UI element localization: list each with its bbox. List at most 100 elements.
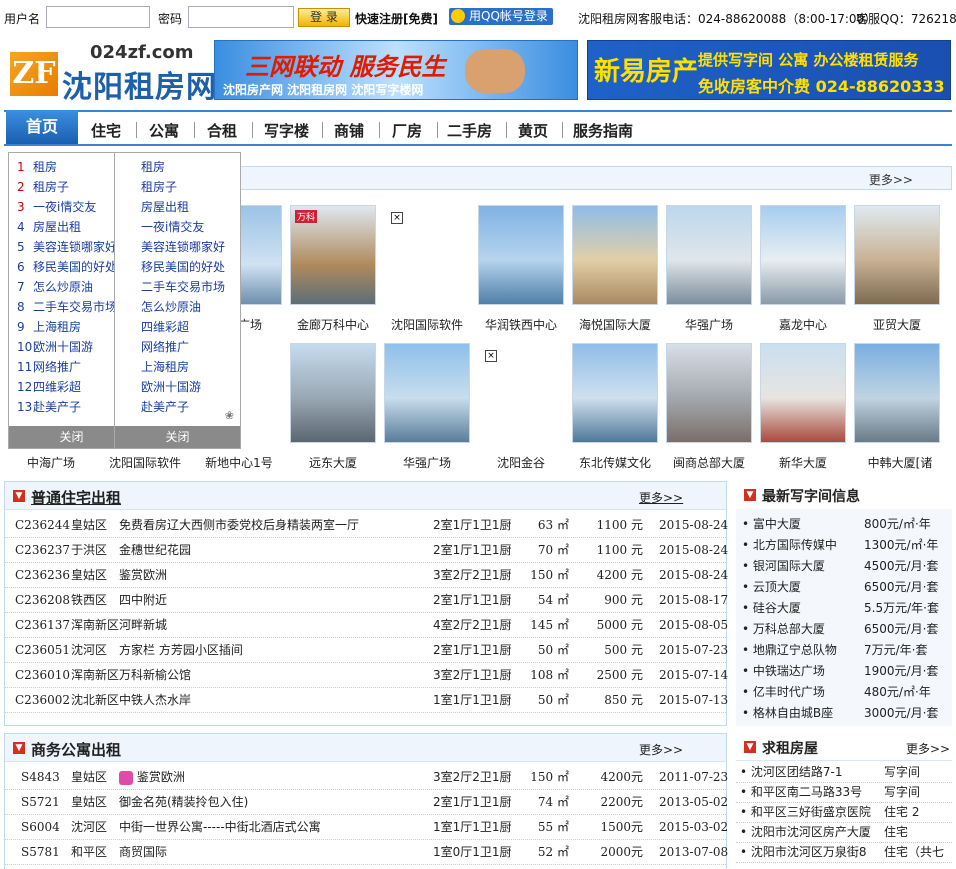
office-item[interactable]: • 中铁瑞达广场 1900元/月·套 [736, 661, 952, 682]
office-name[interactable]: • 云顶大厦 [742, 577, 862, 598]
wanted-item[interactable]: • 沈阳市沈河区万泉街8 住宅（共七 [736, 842, 952, 863]
building-caption[interactable]: 华润铁西中心 [478, 316, 564, 333]
nav-item-residential[interactable]: 住宅 [91, 120, 121, 141]
table-row[interactable]: C236237 于洪区 金穗世纪花园 2室1厅1卫1厨 70 ㎡ 1100 元 2015-0… [5, 538, 728, 563]
qq-login-button[interactable]: 用QQ帐号登录 [449, 8, 553, 25]
wanted-item[interactable]: • 沈河区团结路7-1 写字间 [736, 762, 952, 783]
featured-more-link[interactable]: 更多>> [869, 171, 913, 188]
nav-item-guide[interactable]: 服务指南 [573, 120, 633, 141]
table-row[interactable]: C236010 浑南新区 万科新榆公馆 3室2厅1卫1厨 108 ㎡ 2500 元 2015… [5, 663, 728, 688]
table-row[interactable]: C236051 沈河区 方家栏 方芳园小区插间 2室1厅1卫1厨 50 ㎡ 500 元 20… [5, 638, 728, 663]
office-item[interactable]: • 云顶大厦 6500元/月·套 [736, 577, 952, 598]
nav-item-secondhand[interactable]: 二手房 [447, 120, 492, 141]
building-photo[interactable] [760, 343, 846, 443]
building-photo[interactable] [666, 343, 752, 443]
building-photo[interactable] [572, 343, 658, 443]
building-photo[interactable] [478, 205, 564, 305]
office-item[interactable]: • 硅谷大厦 5.5万元/年·套 [736, 598, 952, 619]
building-caption[interactable]: 闽商总部大厦 [666, 454, 752, 471]
listing-name[interactable]: 御金名苑(精装拎包入住) [119, 790, 419, 815]
banner-three-sites[interactable]: 三网联动 服务民生 沈阳房产网 沈阳租房网 沈阳写字楼网 [214, 40, 578, 100]
table-row[interactable]: C236244 皇姑区 免费看房辽大西侧市委党校后身精装两室一厅 2室1厅1卫1厨 63… [5, 513, 728, 538]
nav-item-apartment[interactable]: 公寓 [149, 120, 179, 141]
wanted-location[interactable]: • 沈阳市沈河区房产大厦 [740, 822, 880, 843]
nav-item-shared[interactable]: 合租 [207, 120, 237, 141]
building-photo[interactable] [760, 205, 846, 305]
listing-name[interactable]: 鉴赏欧洲 [119, 765, 419, 790]
office-item[interactable]: • 富中大厦 800元/㎡·年 [736, 514, 952, 535]
register-link[interactable]: 快速注册[免费] [355, 10, 438, 27]
password-input[interactable] [188, 6, 294, 28]
building-caption[interactable]: 新地中心1号 [196, 454, 282, 471]
ad-link[interactable]: 四维彩超 [141, 317, 240, 337]
ad-link[interactable]: 房屋出租 [141, 197, 240, 217]
panel-more-link[interactable]: 更多>> [639, 489, 683, 506]
close-ad-button[interactable]: 关闭 [115, 426, 240, 448]
nav-item-yellowpages[interactable]: 黄页 [518, 120, 548, 141]
building-caption[interactable]: 东北传媒文化 [572, 454, 658, 471]
office-item[interactable]: • 格林自由城B座 3000元/月·套 [736, 703, 952, 724]
building-caption[interactable]: 嘉龙中心 [760, 316, 846, 333]
ad-link[interactable]: 网络推广 [141, 337, 240, 357]
listing-name[interactable]: 万科新榆公馆 [119, 663, 419, 688]
panel-more-link[interactable]: 更多>> [906, 740, 950, 757]
office-name[interactable]: • 万科总部大厦 [742, 619, 862, 640]
office-name[interactable]: • 银河国际大厦 [742, 556, 862, 577]
building-caption[interactable]: 华强广场 [384, 454, 470, 471]
table-row[interactable]: C236137 浑南新区 河畔新城 4室2厅2卫1厨 145 ㎡ 5000 元 2015-0… [5, 613, 728, 638]
nav-item-shop[interactable]: 商铺 [334, 120, 364, 141]
building-photo[interactable] [384, 343, 470, 443]
office-name[interactable]: • 地鼎辽宁总队物 [742, 640, 862, 661]
listing-name[interactable]: 方家栏 方芳园小区插间 [119, 638, 419, 663]
building-caption[interactable]: 中海广场 [8, 454, 94, 471]
ad-link[interactable]: 二手车交易市场 [141, 277, 240, 297]
table-row[interactable]: S6004 沈河区 中街一世界公寓-----中街北酒店式公寓 1室1厅1卫1厨 55 ㎡… [5, 815, 728, 840]
listing-name[interactable]: 四中附近 [119, 588, 419, 613]
office-item[interactable]: • 亿丰时代广场 480元/㎡·年 [736, 682, 952, 703]
ad-link[interactable]: 上海租房 [141, 357, 240, 377]
wanted-item[interactable]: • 和平区三好街盛京医院 住宅 2 [736, 802, 952, 823]
building-photo[interactable] [666, 205, 752, 305]
site-logo[interactable]: ZF 024zf.com 沈阳租房网 [10, 42, 216, 105]
office-item[interactable]: • 北方国际传媒中 1300元/㎡·年 [736, 535, 952, 556]
building-photo[interactable] [854, 343, 940, 443]
building-caption[interactable]: 海悦国际大厦 [572, 316, 658, 333]
wanted-location[interactable]: • 和平区三好街盛京医院 [740, 802, 880, 823]
building-caption[interactable]: 新华大厦 [760, 454, 846, 471]
ad-link[interactable]: 租房 [141, 157, 240, 177]
banner-xinyi[interactable]: 新易房产 提供写字间 公寓 办公楼租赁服务 免收房客中介费 024-886203… [587, 40, 951, 100]
username-input[interactable] [46, 6, 150, 28]
nav-item-office[interactable]: 写字楼 [264, 120, 309, 141]
building-caption[interactable]: 沈阳国际软件 [102, 454, 188, 471]
office-name[interactable]: • 中铁瑞达广场 [742, 661, 862, 682]
listing-name[interactable]: 金穗世纪花园 [119, 538, 419, 563]
office-name[interactable]: • 富中大厦 [742, 514, 862, 535]
listing-name[interactable]: 商贸国际 [119, 840, 419, 865]
table-row[interactable]: S4843 皇姑区 鉴赏欧洲 3室2厅2卫1厨 150 ㎡ 4200元 2011-07-2… [5, 765, 728, 790]
ad-link[interactable]: 美容连锁哪家好 [141, 237, 240, 257]
listing-name[interactable]: 河畔新城 [119, 613, 419, 638]
wanted-location[interactable]: • 沈阳市沈河区万泉街8 [740, 842, 880, 863]
office-name[interactable]: • 亿丰时代广场 [742, 682, 862, 703]
listing-name[interactable]: 鉴赏欧洲 [119, 563, 419, 588]
wanted-item[interactable]: • 沈阳市沈河区房产大厦 住宅 [736, 822, 952, 843]
nav-item-factory[interactable]: 厂房 [392, 120, 422, 141]
table-row[interactable]: C236002 沈北新区 中铁人杰水岸 1室1厅1卫1厨 50 ㎡ 850 元 2015-0… [5, 688, 728, 713]
wanted-item[interactable]: • 和平区南二马路33号 写字间 [736, 782, 952, 803]
office-name[interactable]: • 硅谷大厦 [742, 598, 862, 619]
listing-name[interactable]: 中铁人杰水岸 [119, 688, 419, 713]
office-name[interactable]: • 北方国际传媒中 [742, 535, 862, 556]
building-caption[interactable]: 远东大厦 [290, 454, 376, 471]
building-photo[interactable]: 万科 [290, 205, 376, 305]
listing-name[interactable]: 中街一世界公寓-----中街北酒店式公寓 [119, 815, 419, 840]
login-button[interactable]: 登 录 [298, 8, 350, 27]
panel-more-link[interactable]: 更多>> [639, 741, 683, 758]
wanted-location[interactable]: • 沈河区团结路7-1 [740, 762, 880, 783]
wanted-location[interactable]: • 和平区南二马路33号 [740, 782, 880, 803]
building-caption[interactable]: 亚贸大厦 [854, 316, 940, 333]
table-row[interactable]: C236208 铁西区 四中附近 2室1厅1卫1厨 54 ㎡ 900 元 2015-08-1… [5, 588, 728, 613]
building-caption[interactable]: 华强广场 [666, 316, 752, 333]
ad-link[interactable]: 租房子 [141, 177, 240, 197]
ad-link[interactable]: 一夜i情交友 [141, 217, 240, 237]
office-item[interactable]: • 地鼎辽宁总队物 7万元/年·套 [736, 640, 952, 661]
